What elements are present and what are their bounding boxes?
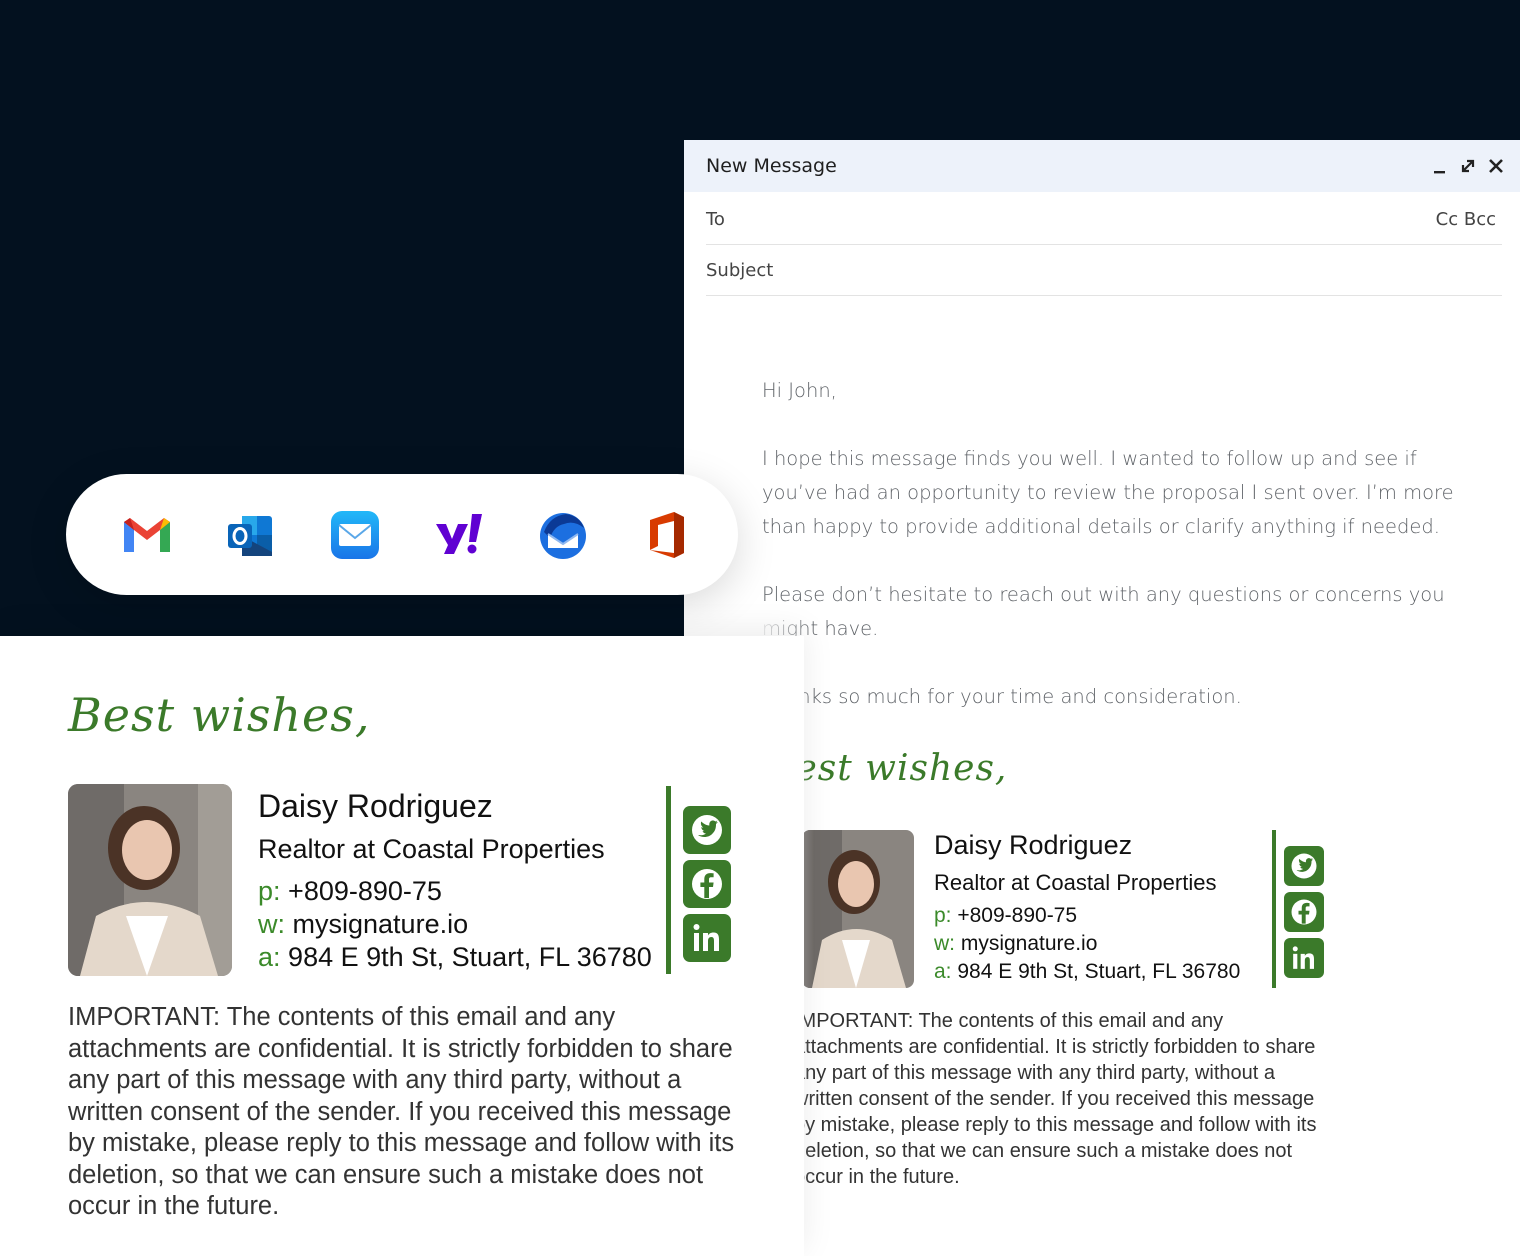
signature-divider	[666, 786, 671, 974]
facebook-icon[interactable]	[683, 860, 731, 908]
signature-preview-card: Best wishes, Daisy Rodriguez Realtor at …	[0, 636, 804, 1256]
small-web-line: w: mysignature.io	[934, 932, 1098, 955]
small-signature-name: Daisy Rodriguez	[934, 830, 1133, 860]
signature-web-line: w: mysignature.io	[258, 909, 468, 940]
web-label: w:	[258, 909, 285, 939]
signature-phone-line: p: +809-890-75	[258, 876, 442, 907]
compose-title: New Message	[706, 155, 837, 177]
signature-role: Realtor at Coastal Properties	[258, 834, 605, 864]
web-value: mysignature.io	[292, 909, 469, 939]
address-value: 984 E 9th St, Stuart, FL 36780	[288, 942, 652, 972]
address-label: a:	[258, 942, 281, 972]
to-label: To	[706, 209, 725, 230]
signature-closing: Best wishes,	[68, 688, 371, 742]
signature-name: Daisy Rodriguez	[258, 788, 493, 824]
body-paragraph-1: I hope this message finds you well. I wa…	[762, 447, 1454, 538]
yahoo-icon[interactable]	[432, 508, 486, 562]
small-signature-disclaimer: IMPORTANT: The contents of this email an…	[794, 1010, 1317, 1188]
small-address-line: a: 984 E 9th St, Stuart, FL 36780	[934, 960, 1241, 983]
avatar	[68, 784, 232, 976]
subject-field-row: Subject	[706, 245, 1502, 296]
thunderbird-icon[interactable]	[536, 508, 590, 562]
body-paragraph-2: Please don’t hesitate to reach out with …	[762, 583, 1445, 640]
gmail-icon[interactable]	[120, 508, 174, 562]
subject-input[interactable]	[786, 253, 1430, 287]
minimize-icon[interactable]	[1428, 154, 1452, 178]
close-icon[interactable]	[1484, 154, 1508, 178]
office-icon[interactable]	[640, 508, 694, 562]
small-avatar	[802, 830, 914, 988]
signature-address-line: a: 984 E 9th St, Stuart, FL 36780	[258, 942, 652, 973]
cc-bcc-links: Cc Bcc	[1436, 209, 1496, 230]
small-facebook-icon[interactable]	[1284, 892, 1324, 932]
cc-link[interactable]: Cc	[1436, 209, 1458, 230]
phone-label: p:	[258, 876, 281, 906]
outlook-icon[interactable]	[224, 508, 278, 562]
small-phone-line: p: +809-890-75	[934, 904, 1078, 927]
body-paragraph-3: Thanks so much for your time and conside…	[762, 685, 1242, 708]
bcc-link[interactable]: Bcc	[1464, 209, 1496, 230]
apple-mail-icon[interactable]	[328, 508, 382, 562]
twitter-icon[interactable]	[683, 806, 731, 854]
expand-icon[interactable]	[1456, 154, 1480, 178]
linkedin-icon[interactable]	[683, 914, 731, 962]
small-divider	[1272, 830, 1276, 988]
phone-value: +809-890-75	[288, 876, 442, 906]
small-twitter-icon[interactable]	[1284, 846, 1324, 886]
to-input[interactable]	[766, 202, 1410, 236]
compose-header: New Message	[684, 140, 1520, 192]
subject-label: Subject	[706, 260, 774, 281]
to-field-row: To Cc Bcc	[706, 194, 1502, 245]
email-client-selector	[66, 474, 738, 595]
greeting-text: Hi John,	[762, 379, 837, 402]
small-signature-role: Realtor at Coastal Properties	[934, 870, 1217, 895]
signature-disclaimer: IMPORTANT: The contents of this email an…	[68, 1003, 735, 1220]
compose-window: New Message To Cc Bcc Subject Hi John, I…	[684, 140, 1520, 1256]
small-linkedin-icon[interactable]	[1284, 938, 1324, 978]
